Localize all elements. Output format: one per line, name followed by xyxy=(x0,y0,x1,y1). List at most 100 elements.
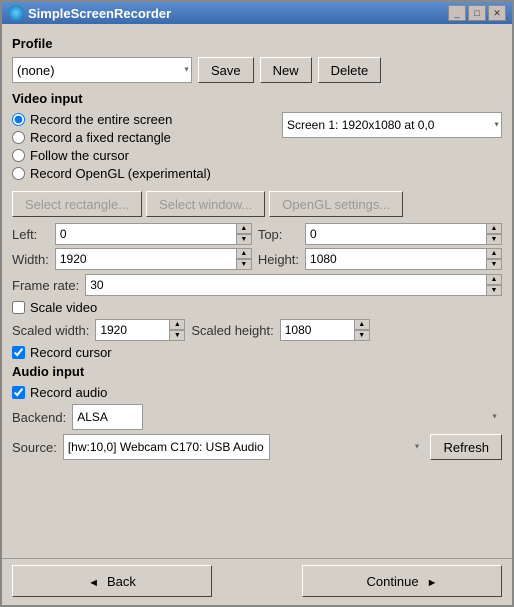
continue-arrow-icon xyxy=(427,574,438,589)
radio-entire-screen-label: Record the entire screen xyxy=(30,112,172,127)
radio-entire-screen-input[interactable] xyxy=(12,113,25,126)
record-audio-checkbox[interactable] xyxy=(12,386,25,399)
scaled-width-spin: ▲ ▼ xyxy=(169,319,185,341)
radio-fixed-rect: Record a fixed rectangle xyxy=(12,130,211,145)
profile-select[interactable]: (none) xyxy=(12,57,192,83)
scaled-height-spin-down[interactable]: ▼ xyxy=(354,330,370,341)
app-icon xyxy=(8,5,24,21)
left-spin: ▲ ▼ xyxy=(236,223,252,245)
scaled-width-label: Scaled width: xyxy=(12,323,89,338)
height-label: Height: xyxy=(258,252,299,267)
framerate-row: Frame rate: ▲ ▼ xyxy=(12,274,502,296)
backend-select[interactable]: ALSA PulseAudio xyxy=(72,404,143,430)
titlebar: SimpleScreenRecorder _ □ ✕ xyxy=(2,2,512,24)
left-spin-down[interactable]: ▼ xyxy=(236,234,252,245)
radio-follow-cursor: Follow the cursor xyxy=(12,148,211,163)
titlebar-left: SimpleScreenRecorder xyxy=(8,5,171,21)
scaled-height-label: Scaled height: xyxy=(191,323,273,338)
continue-button[interactable]: Continue xyxy=(302,565,502,597)
height-input-wrapper: ▲ ▼ xyxy=(305,248,502,270)
framerate-input-wrapper: ▲ ▼ xyxy=(85,274,502,296)
source-label: Source: xyxy=(12,440,57,455)
continue-label: Continue xyxy=(367,574,419,589)
footer: Back Continue xyxy=(2,558,512,605)
screen-select[interactable]: Screen 1: 1920x1080 at 0,0 xyxy=(282,112,502,138)
width-spin-up[interactable]: ▲ xyxy=(236,248,252,259)
scale-video-label: Scale video xyxy=(30,300,97,315)
screen-select-container: Screen 1: 1920x1080 at 0,0 xyxy=(282,112,502,138)
source-select-wrapper: [hw:10,0] Webcam C170: USB Audio xyxy=(63,434,425,460)
scale-video-row: Scale video xyxy=(12,300,502,315)
framerate-spin: ▲ ▼ xyxy=(486,274,502,296)
minimize-button[interactable]: _ xyxy=(448,5,466,21)
left-label: Left: xyxy=(12,227,49,242)
radio-opengl-label: Record OpenGL (experimental) xyxy=(30,166,211,181)
record-audio-label: Record audio xyxy=(30,385,107,400)
radio-entire-screen: Record the entire screen xyxy=(12,112,211,127)
scale-video-checkbox[interactable] xyxy=(12,301,25,314)
window-title: SimpleScreenRecorder xyxy=(28,6,171,21)
select-rectangle-button[interactable]: Select rectangle... xyxy=(12,191,142,217)
profile-section-title: Profile xyxy=(12,36,502,51)
scaled-height-spin-up[interactable]: ▲ xyxy=(354,319,370,330)
maximize-button[interactable]: □ xyxy=(468,5,486,21)
scale-fields-row: Scaled width: ▲ ▼ Scaled height: ▲ ▼ xyxy=(12,319,502,341)
action-buttons-row: Select rectangle... Select window... Ope… xyxy=(12,191,502,217)
width-label: Width: xyxy=(12,252,49,267)
height-spin-up[interactable]: ▲ xyxy=(486,248,502,259)
radio-opengl-input[interactable] xyxy=(12,167,25,180)
main-window: SimpleScreenRecorder _ □ ✕ Profile (none… xyxy=(0,0,514,607)
save-button[interactable]: Save xyxy=(198,57,254,83)
scaled-width-spin-up[interactable]: ▲ xyxy=(169,319,185,330)
top-spin: ▲ ▼ xyxy=(486,223,502,245)
height-spin: ▲ ▼ xyxy=(486,248,502,270)
record-cursor-row: Record cursor xyxy=(12,345,502,360)
delete-button[interactable]: Delete xyxy=(318,57,382,83)
scaled-height-wrapper: ▲ ▼ xyxy=(280,319,370,341)
left-input[interactable] xyxy=(55,223,252,245)
radio-opengl: Record OpenGL (experimental) xyxy=(12,166,211,181)
framerate-spin-up[interactable]: ▲ xyxy=(486,274,502,285)
radio-follow-cursor-label: Follow the cursor xyxy=(30,148,129,163)
close-button[interactable]: ✕ xyxy=(488,5,506,21)
profile-select-wrapper: (none) xyxy=(12,57,192,83)
width-spin-down[interactable]: ▼ xyxy=(236,259,252,270)
top-video-row: Record the entire screen Record a fixed … xyxy=(12,112,502,187)
height-input[interactable] xyxy=(305,248,502,270)
opengl-settings-button[interactable]: OpenGL settings... xyxy=(269,191,403,217)
backend-row: Backend: ALSA PulseAudio xyxy=(12,404,502,430)
radio-group: Record the entire screen Record a fixed … xyxy=(12,112,211,181)
top-input-wrapper: ▲ ▼ xyxy=(305,223,502,245)
framerate-input[interactable] xyxy=(85,274,502,296)
scaled-height-spin: ▲ ▼ xyxy=(354,319,370,341)
audio-input-section-title: Audio input xyxy=(12,364,502,379)
select-window-button[interactable]: Select window... xyxy=(146,191,265,217)
scaled-width-spin-down[interactable]: ▼ xyxy=(169,330,185,341)
record-cursor-label: Record cursor xyxy=(30,345,112,360)
profile-row: (none) Save New Delete xyxy=(12,57,502,83)
top-spin-down[interactable]: ▼ xyxy=(486,234,502,245)
scaled-width-wrapper: ▲ ▼ xyxy=(95,319,185,341)
top-spin-up[interactable]: ▲ xyxy=(486,223,502,234)
radio-fixed-rect-input[interactable] xyxy=(12,131,25,144)
backend-select-wrapper: ALSA PulseAudio xyxy=(72,404,502,430)
top-label: Top: xyxy=(258,227,299,242)
radio-follow-cursor-input[interactable] xyxy=(12,149,25,162)
new-button[interactable]: New xyxy=(260,57,312,83)
top-input[interactable] xyxy=(305,223,502,245)
width-input[interactable] xyxy=(55,248,252,270)
titlebar-controls: _ □ ✕ xyxy=(448,5,506,21)
source-select[interactable]: [hw:10,0] Webcam C170: USB Audio xyxy=(63,434,270,460)
framerate-spin-down[interactable]: ▼ xyxy=(486,285,502,296)
record-cursor-checkbox[interactable] xyxy=(12,346,25,359)
left-spin-up[interactable]: ▲ xyxy=(236,223,252,234)
refresh-button[interactable]: Refresh xyxy=(430,434,502,460)
back-button[interactable]: Back xyxy=(12,565,212,597)
height-spin-down[interactable]: ▼ xyxy=(486,259,502,270)
content-area: Profile (none) Save New Delete Video inp… xyxy=(2,24,512,558)
radio-fixed-rect-label: Record a fixed rectangle xyxy=(30,130,171,145)
video-input-section-title: Video input xyxy=(12,91,502,106)
screen-select-wrapper: Screen 1: 1920x1080 at 0,0 xyxy=(282,112,502,138)
width-spin: ▲ ▼ xyxy=(236,248,252,270)
framerate-label: Frame rate: xyxy=(12,278,79,293)
